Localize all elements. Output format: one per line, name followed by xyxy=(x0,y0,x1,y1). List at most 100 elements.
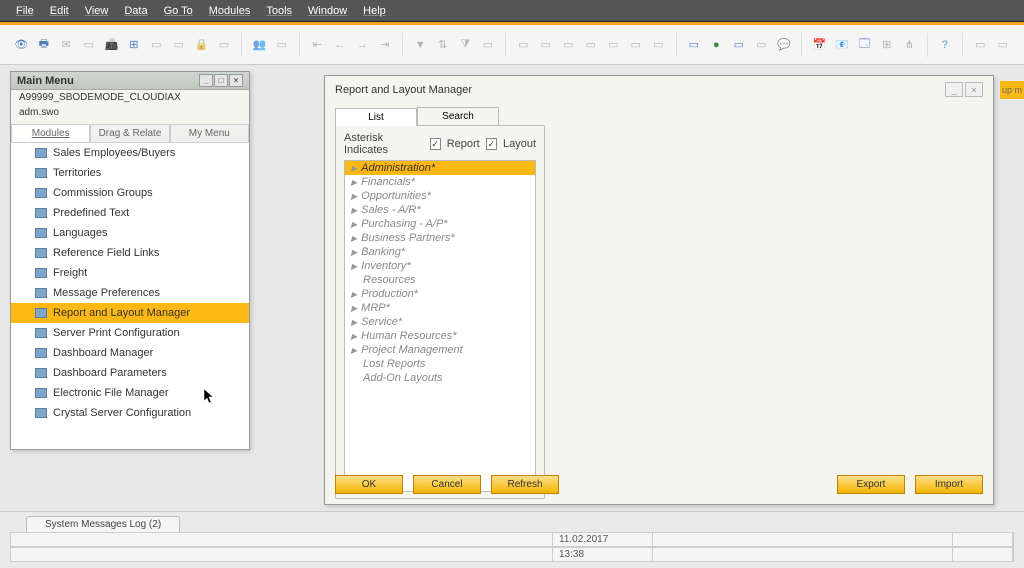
rlm-tab-list[interactable]: List xyxy=(335,108,417,126)
crystal-icon[interactable]: ● xyxy=(707,35,726,55)
next-icon[interactable]: → xyxy=(353,35,372,55)
rlm-tree-item[interactable]: ▶Project Management xyxy=(345,343,535,357)
menu-view[interactable]: View xyxy=(77,5,117,17)
rlm-tree-item[interactable]: Lost Reports xyxy=(345,357,535,371)
first-icon[interactable]: ⇤ xyxy=(308,35,327,55)
help-icon[interactable]: ? xyxy=(936,35,955,55)
chk-layout[interactable]: ✓ xyxy=(486,138,497,150)
tab-dragrelate[interactable]: Drag & Relate xyxy=(90,124,169,142)
word-icon[interactable]: ▭ xyxy=(147,35,166,55)
mainmenu-item[interactable]: Dashboard Manager xyxy=(11,343,249,363)
mainmenu-item[interactable]: Electronic File Manager xyxy=(11,383,249,403)
mainmenu-item[interactable]: Crystal Server Configuration xyxy=(11,403,249,423)
refresh-button[interactable]: Refresh xyxy=(491,475,559,494)
base-icon[interactable]: ▭ xyxy=(514,35,533,55)
page-icon[interactable]: ▭ xyxy=(479,35,498,55)
inbox-icon[interactable]: 📧 xyxy=(833,35,852,55)
sms-icon[interactable]: ▭ xyxy=(80,35,99,55)
menu-goto[interactable]: Go To xyxy=(156,5,201,17)
gross-icon[interactable]: ▭ xyxy=(627,35,646,55)
minimize-icon[interactable]: _ xyxy=(199,74,213,87)
prev-icon[interactable]: ← xyxy=(331,35,350,55)
rlm-tree-item[interactable]: ▶Business Partners* xyxy=(345,231,535,245)
menu-edit[interactable]: Edit xyxy=(42,5,77,17)
pdf-icon[interactable]: ▭ xyxy=(170,35,189,55)
find-icon[interactable]: 👥 xyxy=(250,35,269,55)
chat-icon[interactable]: 💬 xyxy=(775,35,794,55)
mainmenu-item[interactable]: Message Preferences xyxy=(11,283,249,303)
mainmenu-item[interactable]: Predefined Text xyxy=(11,203,249,223)
query-icon[interactable]: ▭ xyxy=(730,35,749,55)
last-icon[interactable]: ⇥ xyxy=(376,35,395,55)
mainmenu-item[interactable]: Report and Layout Manager xyxy=(11,303,249,323)
mainmenu-item[interactable]: Sales Employees/Buyers xyxy=(11,143,249,163)
mainmenu-list[interactable]: Sales Employees/BuyersTerritoriesCommiss… xyxy=(11,143,249,449)
link-icon[interactable]: ▭ xyxy=(582,35,601,55)
close-icon[interactable]: × xyxy=(229,74,243,87)
rlm-tree-item[interactable]: ▶Administration* xyxy=(345,161,535,175)
target-icon[interactable]: ▭ xyxy=(537,35,556,55)
fax-icon[interactable]: 📠 xyxy=(102,35,121,55)
mainmenu-item[interactable]: Languages xyxy=(11,223,249,243)
rlm-tree-item[interactable]: ▶Production* xyxy=(345,287,535,301)
filter-icon[interactable]: ▼ xyxy=(411,35,430,55)
trans-icon[interactable]: ▭ xyxy=(559,35,578,55)
mainmenu-item[interactable]: Server Print Configuration xyxy=(11,323,249,343)
lock-icon[interactable]: 🔒 xyxy=(192,35,211,55)
sort-icon[interactable]: ⇅ xyxy=(434,35,453,55)
payment-icon[interactable]: ▭ xyxy=(604,35,623,55)
tab-modules[interactable]: Modules xyxy=(11,124,90,142)
org-icon[interactable]: ⊞ xyxy=(878,35,897,55)
rlm-tree-item[interactable]: ▶MRP* xyxy=(345,301,535,315)
rlm-minimize-icon[interactable]: _ xyxy=(945,82,963,97)
rlm-tree-item[interactable]: ▶Purchasing - A/P* xyxy=(345,217,535,231)
alert-icon[interactable]: ▭ xyxy=(752,35,771,55)
context-icon[interactable]: ▭ xyxy=(971,35,990,55)
rlm-tree-item[interactable]: Add-On Layouts xyxy=(345,371,535,385)
mainmenu-item[interactable]: Reference Field Links xyxy=(11,243,249,263)
rlm-tree-item[interactable]: ▶Financials* xyxy=(345,175,535,189)
mainmenu-item[interactable]: Freight xyxy=(11,263,249,283)
menu-window[interactable]: Window xyxy=(300,5,355,17)
rlm-tree[interactable]: ▶Administration*▶Financials*▶Opportuniti… xyxy=(344,160,536,492)
menu-modules[interactable]: Modules xyxy=(201,5,259,17)
system-icon[interactable]: ▭ xyxy=(993,35,1012,55)
rlm-tree-item[interactable]: ▶Inventory* xyxy=(345,259,535,273)
menu-data[interactable]: Data xyxy=(116,5,155,17)
chk-report[interactable]: ✓ xyxy=(430,138,441,150)
rlm-close-icon[interactable]: × xyxy=(965,82,983,97)
tab-mymenu[interactable]: My Menu xyxy=(170,124,249,142)
rlm-tree-item[interactable]: ▶Human Resources* xyxy=(345,329,535,343)
menu-tools[interactable]: Tools xyxy=(258,5,300,17)
yellow-tag[interactable]: up m xyxy=(1000,81,1024,99)
excel-icon[interactable]: ⊞ xyxy=(125,35,144,55)
calendar-icon[interactable]: 📅 xyxy=(810,35,829,55)
cancel-button[interactable]: Cancel xyxy=(413,475,481,494)
preview-icon[interactable]: 👁 xyxy=(12,35,31,55)
add-icon[interactable]: ▭ xyxy=(273,35,292,55)
ok-button[interactable]: OK xyxy=(335,475,403,494)
layout-icon[interactable]: ▭ xyxy=(685,35,704,55)
menu-help[interactable]: Help xyxy=(355,5,394,17)
funnel-icon[interactable]: ⧩ xyxy=(456,35,475,55)
menu-file[interactable]: File xyxy=(8,5,42,17)
rlm-tree-item[interactable]: Resources xyxy=(345,273,535,287)
share-icon[interactable]: ⋔ xyxy=(900,35,919,55)
rlm-tree-item[interactable]: ▶Opportunities* xyxy=(345,189,535,203)
import-button[interactable]: Import xyxy=(915,475,983,494)
mainmenu-item[interactable]: Territories xyxy=(11,163,249,183)
rlm-tree-item[interactable]: ▶Service* xyxy=(345,315,535,329)
export-button[interactable]: Export xyxy=(837,475,905,494)
maximize-icon[interactable]: □ xyxy=(214,74,228,87)
rlm-tree-item[interactable]: ▶Sales - A/R* xyxy=(345,203,535,217)
email-icon[interactable]: ✉ xyxy=(57,35,76,55)
rlm-tree-item[interactable]: ▶Banking* xyxy=(345,245,535,259)
mainmenu-item[interactable]: Commission Groups xyxy=(11,183,249,203)
doc-icon[interactable]: ▭ xyxy=(215,35,234,55)
mainmenu-titlebar[interactable]: Main Menu _ □ × xyxy=(11,72,249,90)
volume-icon[interactable]: ▭ xyxy=(649,35,668,55)
mainmenu-item[interactable]: Dashboard Parameters xyxy=(11,363,249,383)
syslog-tab[interactable]: System Messages Log (2) xyxy=(26,516,180,533)
print-icon[interactable]: 🖶 xyxy=(35,35,54,55)
browser-icon[interactable]: 🗔 xyxy=(855,35,874,55)
